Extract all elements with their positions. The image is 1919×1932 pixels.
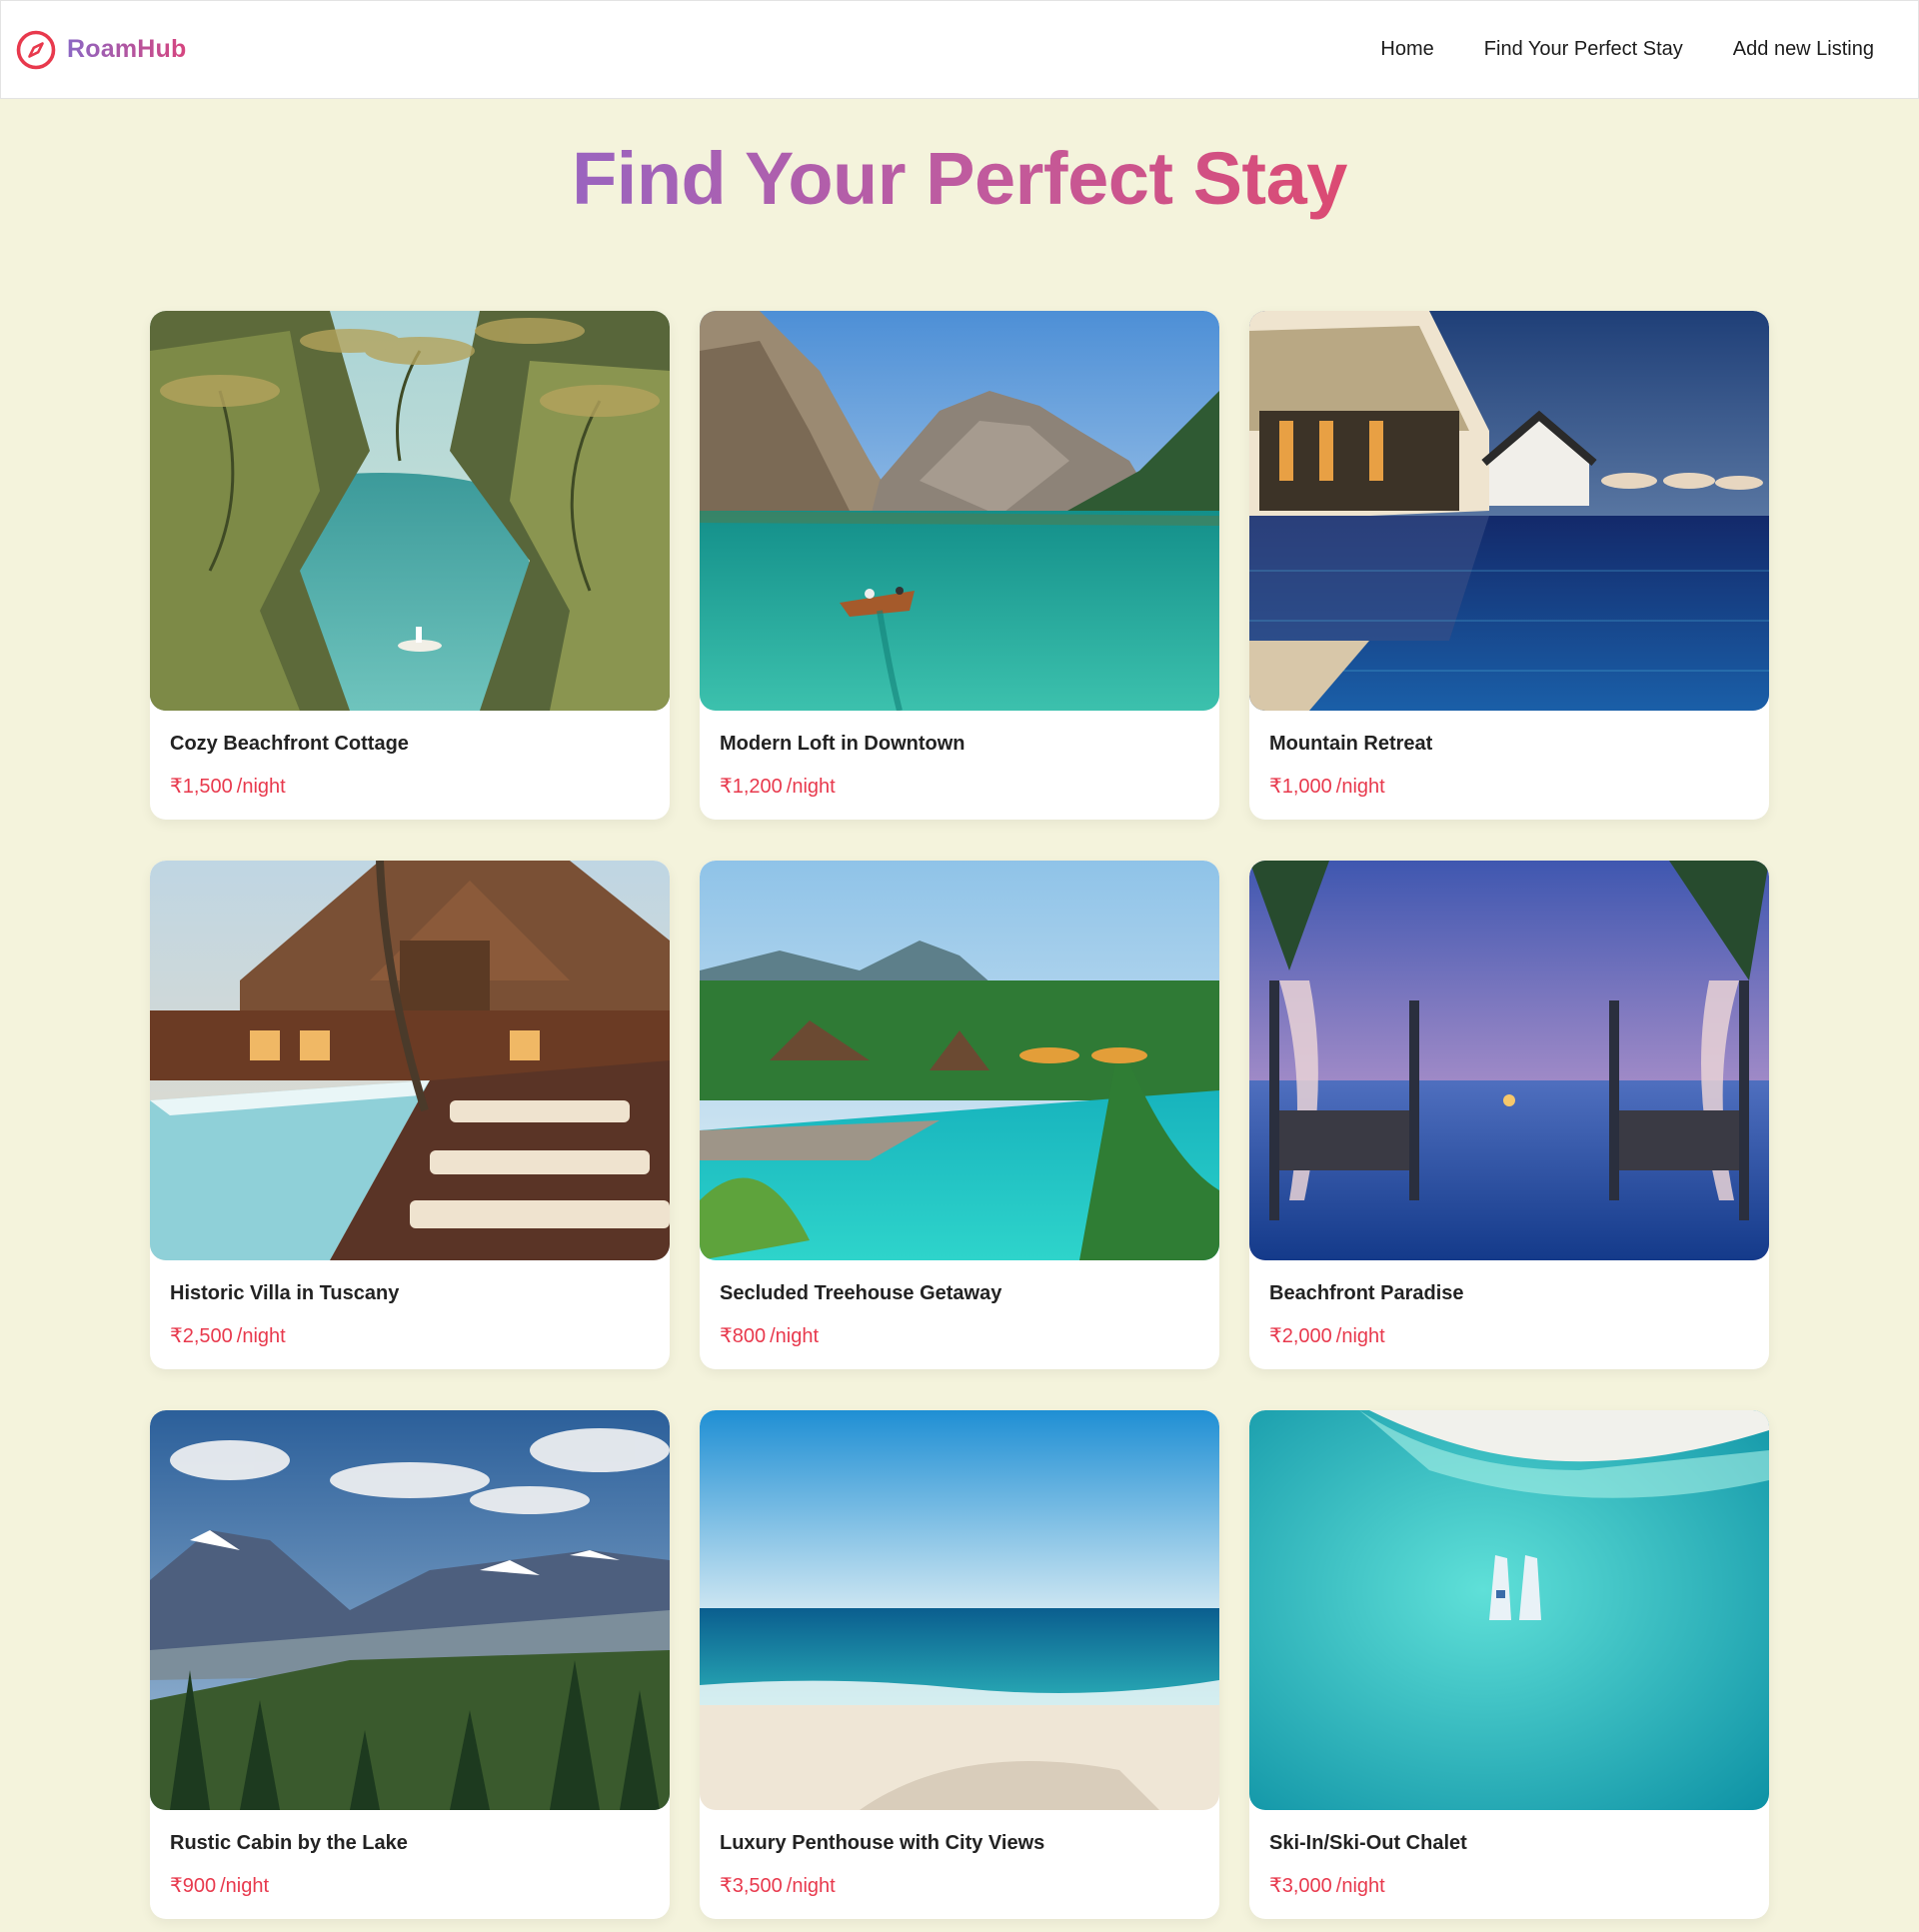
listing-price-value: ₹1,200: [720, 776, 783, 798]
listing-price-value: ₹2,500: [170, 1325, 233, 1347]
listing-price: ₹3,000/night: [1269, 1873, 1749, 1898]
brand-logo-link[interactable]: RoamHub: [15, 29, 186, 71]
listing-price-unit: /night: [786, 776, 836, 798]
listing-price-value: ₹800: [720, 1325, 767, 1347]
compass-icon: [16, 30, 56, 69]
listing-price-value: ₹2,000: [1269, 1325, 1332, 1347]
listing-card[interactable]: Historic Villa in Tuscany ₹2,500/night: [150, 861, 670, 1369]
brand-name: RoamHub: [67, 35, 187, 63]
listing-price: ₹1,500/night: [170, 774, 650, 799]
listing-title: Mountain Retreat: [1269, 733, 1433, 755]
listing-title: Ski-In/Ski-Out Chalet: [1269, 1832, 1467, 1854]
listing-price-unit: /night: [786, 1875, 836, 1897]
navbar: RoamHub Home Find Your Perfect Stay Add …: [0, 0, 1919, 99]
listing-photo: [700, 861, 1219, 1260]
listing-price-value: ₹3,000: [1269, 1875, 1332, 1897]
listing-price-value: ₹1,000: [1269, 776, 1332, 798]
listing-photo: [700, 1410, 1219, 1810]
listing-card[interactable]: Luxury Penthouse with City Views ₹3,500/…: [700, 1410, 1219, 1919]
listing-title: Luxury Penthouse with City Views: [720, 1832, 1045, 1854]
listing-price: ₹800/night: [720, 1323, 1199, 1348]
page-title: Find Your Perfect Stay: [0, 136, 1919, 221]
listing-card[interactable]: Beachfront Paradise ₹2,000/night: [1249, 861, 1769, 1369]
listing-title: Historic Villa in Tuscany: [170, 1282, 400, 1304]
listing-photo: [150, 1410, 670, 1810]
listing-title: Cozy Beachfront Cottage: [170, 733, 409, 755]
listing-price-unit: /night: [770, 1325, 820, 1347]
listing-card[interactable]: Modern Loft in Downtown ₹1,200/night: [700, 311, 1219, 820]
listing-photo: [700, 311, 1219, 711]
listing-title: Beachfront Paradise: [1269, 1282, 1464, 1304]
listing-price-unit: /night: [236, 776, 286, 798]
listing-price-unit: /night: [236, 1325, 286, 1347]
listing-price: ₹3,500/night: [720, 1873, 1199, 1898]
listing-photo: [1249, 1410, 1769, 1810]
listing-price-unit: /night: [1335, 1875, 1385, 1897]
page-title-text: Find Your Perfect Stay: [572, 137, 1347, 220]
listing-card[interactable]: Cozy Beachfront Cottage ₹1,500/night: [150, 311, 670, 820]
listing-price-value: ₹1,500: [170, 776, 233, 798]
nav-link-add-listing[interactable]: Add new Listing: [1733, 38, 1874, 61]
listing-card[interactable]: Ski-In/Ski-Out Chalet ₹3,000/night: [1249, 1410, 1769, 1919]
listing-card[interactable]: Rustic Cabin by the Lake ₹900/night: [150, 1410, 670, 1919]
listing-title: Modern Loft in Downtown: [720, 733, 965, 755]
listing-price: ₹1,200/night: [720, 774, 1199, 799]
listing-photo: [150, 861, 670, 1260]
listing-photo: [1249, 311, 1769, 711]
listing-price: ₹2,500/night: [170, 1323, 650, 1348]
listing-price-value: ₹900: [170, 1875, 217, 1897]
listing-price: ₹900/night: [170, 1873, 650, 1898]
listing-card[interactable]: Mountain Retreat ₹1,000/night: [1249, 311, 1769, 820]
listing-price: ₹1,000/night: [1269, 774, 1749, 799]
listing-price-value: ₹3,500: [720, 1875, 783, 1897]
listing-title: Secluded Treehouse Getaway: [720, 1282, 1002, 1304]
nav-links: Home Find Your Perfect Stay Add new List…: [1380, 38, 1874, 61]
listing-price-unit: /night: [1335, 1325, 1385, 1347]
listing-title: Rustic Cabin by the Lake: [170, 1832, 408, 1854]
nav-link-find-stay[interactable]: Find Your Perfect Stay: [1484, 38, 1683, 61]
listing-photo: [1249, 861, 1769, 1260]
listings-grid: Cozy Beachfront Cottage ₹1,500/night Mod…: [150, 311, 1769, 1919]
listing-price: ₹2,000/night: [1269, 1323, 1749, 1348]
listing-price-unit: /night: [1335, 776, 1385, 798]
listing-card[interactable]: Secluded Treehouse Getaway ₹800/night: [700, 861, 1219, 1369]
listing-photo: [150, 311, 670, 711]
nav-link-home[interactable]: Home: [1380, 38, 1433, 61]
listing-price-unit: /night: [220, 1875, 270, 1897]
